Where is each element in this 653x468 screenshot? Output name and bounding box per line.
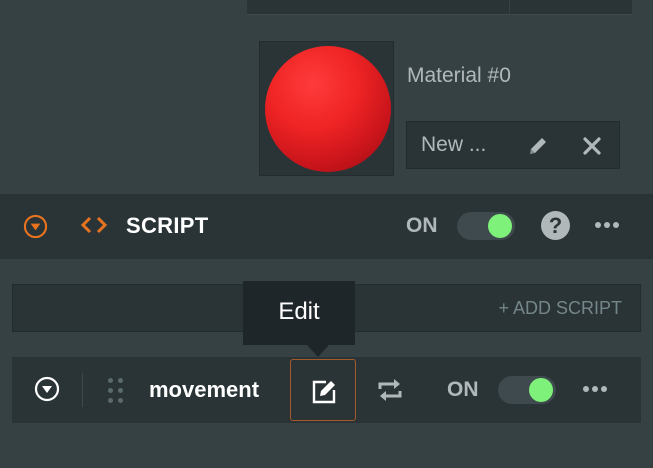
- tooltip-text: Edit: [278, 298, 320, 325]
- edit-script-button[interactable]: [290, 359, 356, 421]
- toggle-knob: [488, 214, 512, 238]
- material-asset-value: New ...: [421, 133, 487, 156]
- more-icon[interactable]: [595, 222, 621, 230]
- material-preview-sphere: [265, 46, 391, 172]
- script-component-header: SCRIPT ON ?: [0, 194, 653, 259]
- material-name: Material #0: [407, 64, 511, 87]
- component-enable-toggle[interactable]: [457, 212, 515, 240]
- swap-icon[interactable]: [376, 376, 404, 404]
- script-toggle-label: ON: [447, 378, 479, 401]
- more-icon[interactable]: [583, 386, 609, 394]
- help-icon[interactable]: ?: [541, 211, 570, 240]
- code-icon: [80, 216, 108, 234]
- script-entry-row: movement ON: [12, 357, 641, 423]
- edit-icon: [312, 380, 336, 404]
- tooltip-arrow: [307, 345, 329, 357]
- material-asset-field[interactable]: New ...: [406, 121, 620, 169]
- row-divider: [82, 373, 83, 407]
- script-name: movement: [149, 377, 260, 402]
- pencil-icon[interactable]: [525, 134, 551, 158]
- script-enable-toggle[interactable]: [498, 376, 556, 404]
- component-toggle-label: ON: [406, 214, 438, 237]
- top-field-divider: [509, 0, 510, 15]
- edit-tooltip: Edit: [243, 281, 355, 345]
- top-input-field[interactable]: [247, 0, 632, 15]
- material-preview-thumbnail[interactable]: [259, 41, 394, 176]
- collapse-icon[interactable]: [34, 376, 60, 402]
- drag-handle-icon[interactable]: [106, 376, 128, 404]
- add-script-button[interactable]: + ADD SCRIPT: [498, 298, 622, 319]
- toggle-knob: [529, 378, 553, 402]
- collapse-icon[interactable]: [23, 214, 48, 239]
- component-title: SCRIPT: [126, 213, 209, 238]
- close-icon[interactable]: [580, 134, 604, 158]
